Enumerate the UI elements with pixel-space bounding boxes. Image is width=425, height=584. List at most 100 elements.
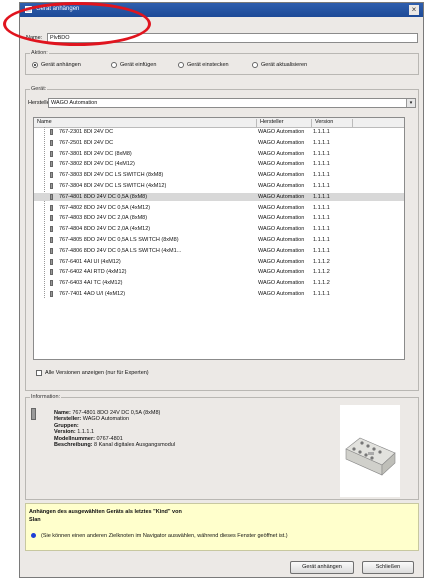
device-row-version: 1.1.1.1 — [313, 247, 330, 254]
device-row[interactable]: 767-4805 8DO 24V DC 0,5A LS SWITCH (8xM8… — [34, 236, 404, 245]
info-key: Gruppen: — [54, 422, 79, 429]
hersteller-dropdown[interactable]: WAGO Automation ▾ — [48, 98, 416, 108]
device-row-name: 767-6402 4AI RTD (4xM12) — [59, 269, 127, 276]
radio-label-einstecken: Gerät einstecken — [187, 62, 229, 68]
device-row-hersteller: WAGO Automation — [258, 183, 305, 189]
col-name-header[interactable]: Name — [37, 119, 52, 125]
module-icon — [50, 215, 53, 222]
radio-geraet-einfuegen[interactable] — [111, 62, 117, 68]
module-icon — [50, 204, 53, 211]
device-row-version: 1.1.1.1 — [313, 193, 330, 200]
module-icon — [50, 129, 53, 135]
device-row-version: 1.1.1.1 — [313, 183, 330, 189]
module-icon — [50, 150, 53, 157]
device-row-name: 767-4806 8DO 24V DC 0,5A LS SWITCH (4xM1… — [59, 247, 182, 254]
device-row-name: 767-4801 8DO 24V DC 0,5A (8xM8) — [59, 193, 148, 200]
close-icon[interactable]: × — [409, 5, 419, 15]
aktion-group: Aktion: Gerät anhängen Gerät einfügen Ge… — [25, 50, 419, 75]
radio-label-anhaengen: Gerät anhängen — [41, 62, 81, 68]
module-icon — [50, 172, 53, 179]
info-bullet-icon — [31, 533, 36, 538]
device-list[interactable]: Name Hersteller Version 767-2301 8DI 24V… — [33, 117, 405, 360]
info-line: Beschreibung: 8 Kanal digitales Ausgangs… — [54, 442, 175, 448]
app-icon — [25, 6, 32, 13]
device-row-hersteller: WAGO Automation — [258, 226, 305, 233]
module-icon — [50, 280, 53, 287]
info-key: Version: — [54, 429, 76, 436]
device-row-version: 1.1.1.1 — [313, 150, 330, 157]
device-row-name: 767-3802 8DI 24V DC (4xM12) — [59, 161, 135, 168]
device-row-hersteller: WAGO Automation — [258, 139, 305, 146]
device-row-version: 1.1.1.2 — [313, 269, 330, 276]
device-row[interactable]: 767-6403 4AI TC (4xM12) WAGO Automation 1.… — [34, 279, 404, 288]
close-button[interactable]: Schließen — [362, 561, 414, 574]
device-list-header: Name Hersteller Version — [34, 118, 404, 128]
all-versions-label: Alle Versionen anzeigen (nur für Experte… — [45, 370, 149, 376]
device-row-version: 1.1.1.1 — [313, 215, 330, 222]
device-row[interactable]: 767-3804 8DI 24V DC LS SWITCH (4xM12) WAG… — [34, 182, 404, 191]
information-text: Name: 767-4801 8DO 24V DC 0,5A (8xM8) Her… — [54, 410, 175, 448]
info-value: WAGO Automation — [82, 416, 130, 423]
device-row-version: 1.1.1.1 — [313, 204, 330, 211]
device-row-name: 767-4804 8DO 24V DC 2,0A (4xM12) — [59, 226, 151, 233]
info-key: Hersteller: — [54, 416, 82, 423]
info-key: Name: — [54, 410, 71, 416]
device-row-name: 767-2301 8DI 24V DC — [59, 129, 114, 135]
device-row-version: 1.1.1.1 — [313, 129, 330, 135]
device-row-version: 1.1.1.1 — [313, 291, 330, 297]
module-icon — [50, 269, 53, 276]
device-row[interactable]: 767-3802 8DI 24V DC (4xM12) WAGO Automati… — [34, 160, 404, 169]
device-row[interactable]: 767-4802 8DO 24V DC 0,5A (4xM12) WAGO Aut… — [34, 204, 404, 213]
device-row-hersteller: WAGO Automation — [258, 247, 305, 254]
title-bar[interactable]: Gerät anhängen × — [20, 3, 423, 17]
hint-info-text: (Sie können einen anderen Zielknoten im … — [41, 533, 288, 539]
attach-device-button[interactable]: Gerät anhängen — [290, 561, 354, 574]
device-row-name: 767-3804 8DI 24V DC LS SWITCH (4xM12) — [59, 183, 167, 189]
device-row[interactable]: 767-4803 8DO 24V DC 2,0A (8xM8) WAGO Auto… — [34, 214, 404, 223]
device-icon — [31, 408, 36, 420]
radio-label-aktualisieren: Gerät aktualisieren — [261, 62, 308, 68]
device-row[interactable]: 767-7401 4AO U/I (4xM12) WAGO Automation 1… — [34, 290, 404, 299]
col-version-header[interactable]: Version — [315, 119, 333, 125]
information-group-title: Information: — [30, 394, 62, 400]
device-row-name: 767-6403 4AI TC (4xM12) — [59, 280, 123, 287]
device-row[interactable]: 767-6402 4AI RTD (4xM12) WAGO Automation 1… — [34, 268, 404, 277]
all-versions-checkbox[interactable] — [36, 370, 42, 376]
radio-geraet-anhaengen[interactable] — [32, 62, 38, 68]
radio-geraet-einstecken[interactable] — [178, 62, 184, 68]
device-row-version: 1.1.1.1 — [313, 237, 330, 243]
module-icon — [50, 291, 53, 297]
device-row[interactable]: 767-4804 8DO 24V DC 2,0A (4xM12) WAGO Aut… — [34, 225, 404, 234]
device-row[interactable]: 767-6401 4AI UI (4xM12) WAGO Automation 1.… — [34, 258, 404, 267]
device-row-version: 1.1.1.1 — [313, 172, 330, 179]
info-value: 1.1.1.1 — [77, 429, 95, 436]
name-input[interactable]: PlvBDO — [47, 33, 418, 43]
col-hersteller-header[interactable]: Hersteller — [260, 119, 284, 125]
module-icon — [50, 237, 53, 243]
device-row-name: 767-7401 4AO U/I (4xM12) — [59, 291, 126, 297]
geraet-group-title: Gerät: — [30, 86, 48, 92]
device-row[interactable]: 767-3801 8DI 24V DC (8xM8) WAGO Automatio… — [34, 150, 404, 159]
info-value: 8 Kanal digitales Ausgangsmodul — [94, 442, 176, 449]
device-row-name: 767-6401 4AI UI (4xM12) — [59, 258, 121, 265]
information-group: Information: Name: 767-4801 8DO 24V DC 0… — [25, 394, 419, 500]
device-row-hersteller: WAGO Automation — [258, 172, 305, 179]
device-row[interactable]: 767-3803 8DI 24V DC LS SWITCH (8xM8) WAGO… — [34, 171, 404, 180]
device-row-hersteller: WAGO Automation — [258, 280, 305, 287]
device-row[interactable]: 767-4801 8DO 24V DC 0,5A (8xM8) WAGO Auto… — [34, 192, 404, 202]
module-icon — [50, 193, 53, 200]
chevron-down-icon[interactable]: ▾ — [406, 99, 415, 107]
info-key: Beschreibung: — [54, 442, 93, 449]
info-value: 767-4801 8DO 24V DC 0,5A (8xM8) — [72, 410, 161, 416]
device-image — [340, 405, 400, 497]
device-row-hersteller: WAGO Automation — [258, 237, 305, 243]
module-icon — [50, 258, 53, 265]
device-row[interactable]: 767-4806 8DO 24V DC 0,5A LS SWITCH (4xM1… — [34, 247, 404, 256]
device-row[interactable]: 767-2501 8DI 24V DC WAGO Automation 1.1.1.… — [34, 139, 404, 148]
device-row-hersteller: WAGO Automation — [258, 269, 305, 276]
info-value: 0767-4801 — [96, 435, 123, 442]
module-icon — [50, 139, 53, 146]
device-row[interactable]: 767-2301 8DI 24V DC WAGO Automation 1.1.1.… — [34, 128, 404, 137]
radio-geraet-aktualisieren[interactable] — [252, 62, 258, 68]
device-row-version: 1.1.1.2 — [313, 280, 330, 287]
